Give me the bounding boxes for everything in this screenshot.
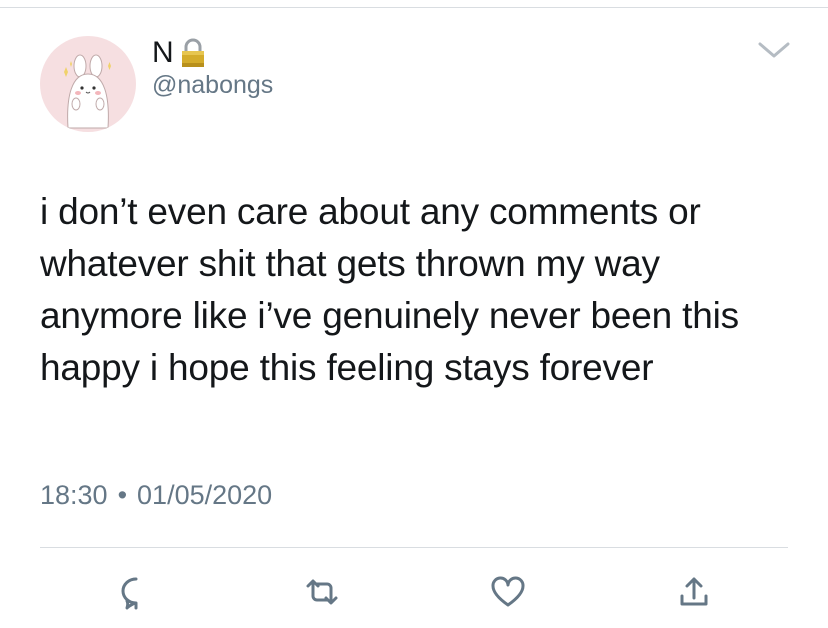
separator-dot: • xyxy=(117,480,128,510)
user-handle[interactable]: @nabongs xyxy=(152,70,273,100)
like-icon xyxy=(491,576,525,607)
lock-icon xyxy=(178,37,208,69)
tweet-time: 18:30 xyxy=(40,480,108,510)
share-icon xyxy=(680,577,708,606)
top-divider xyxy=(0,7,828,8)
chevron-down-icon[interactable] xyxy=(756,38,792,62)
bunny-avatar-icon xyxy=(64,54,111,129)
share-button[interactable] xyxy=(674,572,714,612)
reply-button[interactable] xyxy=(116,572,156,612)
display-name[interactable]: N xyxy=(152,36,208,70)
avatar[interactable] xyxy=(40,36,136,132)
tweet-text: i don’t even care about any comments or … xyxy=(40,191,739,388)
display-name-text: N xyxy=(152,36,174,69)
actions-divider xyxy=(40,547,788,548)
reply-icon xyxy=(121,577,138,610)
like-button[interactable] xyxy=(488,572,528,612)
tweet-date: 01/05/2020 xyxy=(137,480,273,510)
retweet-button[interactable] xyxy=(302,572,342,612)
retweet-icon xyxy=(306,579,338,605)
tweet-timestamp: 18:30 • 01/05/2020 xyxy=(40,478,272,512)
